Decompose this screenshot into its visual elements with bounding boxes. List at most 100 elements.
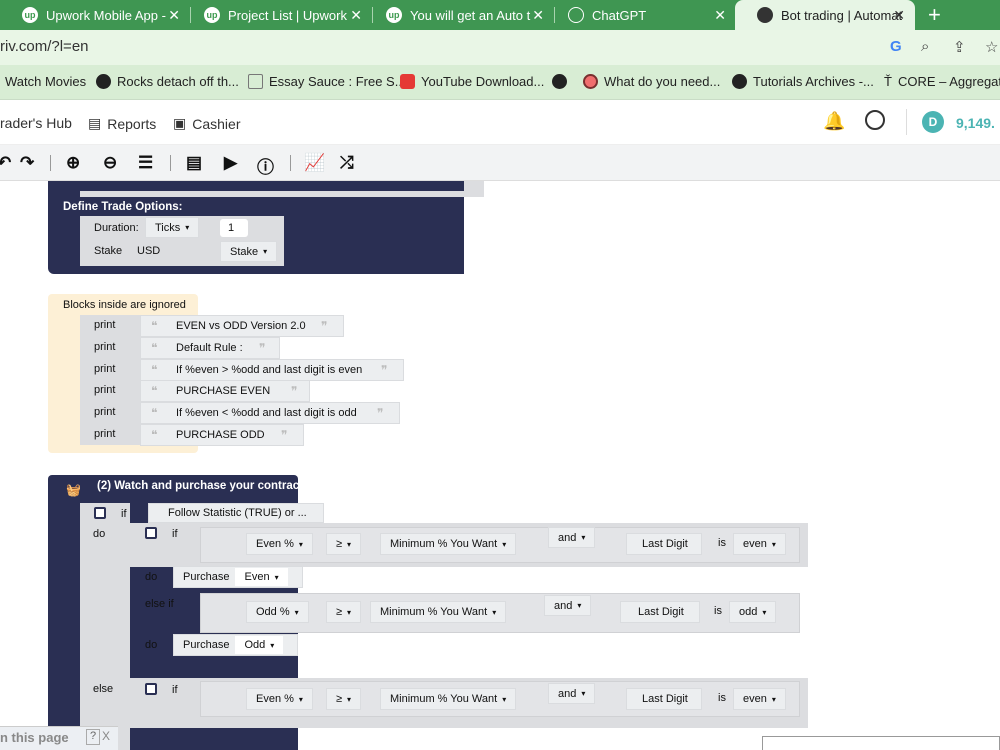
print-message[interactable]: ❝ PURCHASE EVEN ❞: [140, 380, 310, 402]
bell-icon[interactable]: 🔔: [823, 111, 845, 132]
is-label: is: [714, 605, 722, 617]
print-message[interactable]: ❝ If %even < %odd and last digit is odd ❞: [140, 402, 400, 424]
account-balance[interactable]: 9,149.: [956, 115, 995, 131]
chart-icon[interactable]: 📈: [304, 153, 325, 173]
even-percent-dropdown[interactable]: Even % ▾: [246, 688, 313, 710]
bookmark-essay-sauce[interactable]: Essay Sauce : Free S...: [248, 74, 406, 89]
pin-icon: [583, 74, 598, 89]
stake-dropdown[interactable]: Stake ▾: [220, 241, 278, 262]
even-percent-dropdown[interactable]: Even % ▾: [246, 533, 313, 555]
bookmark-what-do-you-need[interactable]: What do you need...: [552, 74, 720, 89]
contract-dropdown[interactable]: Even ▾: [235, 568, 288, 586]
else-if-label: else if: [145, 598, 174, 610]
share-icon[interactable]: ⇪: [953, 38, 966, 56]
close-icon[interactable]: ✕: [532, 7, 544, 24]
traders-hub-link[interactable]: rader's Hub: [0, 115, 72, 131]
bottom-panel-edge: [762, 736, 1000, 750]
blockly-workspace[interactable]: Define Trade Options: Duration: Ticks ▾ 1…: [0, 181, 1000, 750]
bookmark-core[interactable]: Ť CORE – Aggregati: [884, 74, 1000, 89]
do-label: do: [93, 528, 106, 540]
reports-link[interactable]: ▤ Reports: [88, 115, 156, 132]
bookmark-youtube[interactable]: YouTube Download...: [400, 74, 544, 89]
if-label: if: [172, 684, 178, 696]
minimum-dropdown[interactable]: Minimum % You Want ▾: [380, 533, 517, 555]
odd-percent-dropdown[interactable]: Odd % ▾: [246, 601, 309, 623]
tab-upwork-mobile[interactable]: up Upwork Mobile App - ✕: [0, 0, 190, 30]
zoom-in-icon[interactable]: ⊕: [66, 153, 80, 173]
sort-icon[interactable]: ☰: [138, 153, 153, 173]
last-digit-block[interactable]: Last Digit: [620, 601, 700, 623]
last-digit-block[interactable]: Last Digit: [626, 688, 702, 710]
list-icon[interactable]: ▤: [186, 153, 202, 173]
tab-auto[interactable]: up You will get an Auto t ✕: [364, 0, 554, 30]
else-label: else: [93, 683, 114, 695]
tab-label: Project List | Upwork: [228, 7, 347, 23]
parity-dropdown[interactable]: even ▾: [733, 533, 786, 555]
contract-dropdown[interactable]: Odd ▾: [235, 636, 284, 654]
address-bar: riv.com/?l=en G ⌕ ⇪ ☆: [0, 30, 1000, 65]
tab-project-list[interactable]: up Project List | Upwork ✕: [182, 0, 372, 30]
zoom-out-icon[interactable]: ⊖: [103, 153, 117, 173]
purchase-even-block[interactable]: Purchase Even ▾: [173, 566, 303, 588]
close-icon[interactable]: ✕: [714, 7, 726, 24]
print-message[interactable]: ❝ EVEN vs ODD Version 2.0 ❞: [140, 315, 344, 337]
purchase-odd-block[interactable]: Purchase Odd ▾: [173, 634, 298, 656]
gear-icon[interactable]: [94, 507, 106, 519]
print-message[interactable]: ❝ PURCHASE ODD ❞: [140, 424, 304, 446]
help-icon[interactable]: ?: [86, 729, 100, 745]
bookmark-watch-movies[interactable]: Watch Movies: [5, 74, 86, 89]
google-icon[interactable]: G: [890, 38, 902, 55]
operator-dropdown[interactable]: ≥ ▾: [326, 533, 362, 555]
close-icon[interactable]: ✕: [350, 7, 362, 24]
bookmark-rocks[interactable]: Rocks detach off th...: [96, 74, 239, 89]
follow-statistic-input[interactable]: Follow Statistic (TRUE) or ...: [148, 503, 324, 523]
account-icon[interactable]: [865, 110, 885, 130]
info-icon[interactable]: ⓘ: [257, 153, 274, 178]
close-icon[interactable]: ✕: [893, 7, 905, 24]
last-digit-block[interactable]: Last Digit: [626, 533, 702, 555]
undo-icon[interactable]: ↶: [0, 153, 11, 173]
print-label: print: [94, 319, 116, 331]
minimum-dropdown[interactable]: Minimum % You Want ▾: [370, 601, 507, 623]
star-icon[interactable]: ☆: [985, 38, 998, 56]
url-input[interactable]: riv.com/?l=en: [0, 38, 89, 55]
print-message[interactable]: ❝ Default Rule : ❞: [140, 337, 280, 359]
browser-tab-bar: up Upwork Mobile App - ✕ up Project List…: [0, 0, 1000, 30]
upwork-icon: up: [204, 7, 220, 23]
duration-unit-dropdown[interactable]: Ticks ▾: [145, 217, 200, 238]
watch-purchase-title: (2) Watch and purchase your contract: [97, 480, 303, 492]
gear-icon[interactable]: [145, 527, 157, 539]
tab-bot-trading[interactable]: Bot trading | Automat ✕: [735, 0, 915, 30]
translate-bar[interactable]: n this page ? X: [0, 726, 118, 750]
globe-icon: [96, 74, 111, 89]
bookmark-tutorials[interactable]: Tutorials Archives -...: [732, 74, 874, 89]
do-label: do: [145, 571, 158, 583]
duration-value-input[interactable]: 1: [220, 219, 248, 237]
cashier-link[interactable]: ▣ Cashier: [173, 115, 240, 132]
operator-dropdown[interactable]: ≥ ▾: [326, 601, 362, 623]
if-label: if: [121, 508, 127, 520]
and-dropdown[interactable]: and ▾: [548, 527, 596, 548]
redo-icon[interactable]: ↷: [20, 153, 34, 173]
basket-icon: 🧺: [66, 483, 81, 497]
close-icon[interactable]: X: [102, 729, 110, 743]
parity-dropdown[interactable]: even ▾: [733, 688, 786, 710]
currency-icon[interactable]: D: [922, 111, 944, 133]
and-dropdown[interactable]: and ▾: [544, 595, 592, 616]
if-else-block[interactable]: [80, 503, 130, 750]
new-tab-icon[interactable]: +: [928, 2, 941, 28]
strategy-icon[interactable]: ⤮: [340, 153, 354, 173]
tab-chatgpt[interactable]: ChatGPT ✕: [546, 0, 736, 30]
operator-dropdown[interactable]: ≥ ▾: [326, 688, 362, 710]
and-dropdown[interactable]: and ▾: [548, 683, 596, 704]
upwork-icon: up: [22, 7, 38, 23]
close-icon[interactable]: ✕: [168, 7, 180, 24]
play-icon[interactable]: ▶: [224, 153, 237, 173]
parity-dropdown[interactable]: odd ▾: [729, 601, 777, 623]
workspace-toolbar: ↶ ↷ ⊕ ⊖ ☰ ▤ ▶ ⓘ 📈 ⤮: [0, 145, 1000, 181]
gear-icon[interactable]: [145, 683, 157, 695]
translate-text[interactable]: n this page: [0, 730, 69, 745]
print-message[interactable]: ❝ If %even > %odd and last digit is even ❞: [140, 359, 404, 381]
minimum-dropdown[interactable]: Minimum % You Want ▾: [380, 688, 517, 710]
zoom-icon[interactable]: ⌕: [921, 38, 929, 55]
